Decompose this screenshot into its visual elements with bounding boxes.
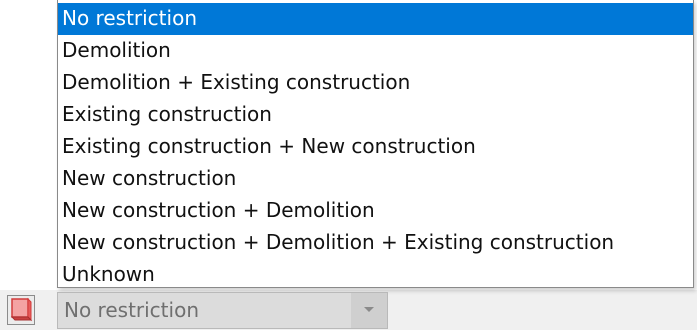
option-new-construction[interactable]: New construction [58, 163, 693, 195]
option-demolition-existing[interactable]: Demolition + Existing construction [58, 67, 693, 99]
phase-filter-combo[interactable]: No restriction [57, 292, 388, 329]
phase-filter-dropdown-list[interactable]: No restriction Demolition Demolition + E… [57, 0, 694, 288]
option-new-demolition[interactable]: New construction + Demolition [58, 195, 693, 227]
option-unknown[interactable]: Unknown [58, 259, 693, 291]
combo-value: No restriction [64, 298, 199, 322]
chevron-down-icon[interactable] [351, 293, 387, 328]
option-existing-construction[interactable]: Existing construction [58, 99, 693, 131]
option-existing-new[interactable]: Existing construction + New construction [58, 131, 693, 163]
option-new-demolition-existing[interactable]: New construction + Demolition + Existing… [58, 227, 693, 259]
phase-filter-icon[interactable] [7, 295, 35, 325]
option-demolition[interactable]: Demolition [58, 35, 693, 67]
option-no-restriction[interactable]: No restriction [58, 3, 693, 35]
phase-filter-icon-graphic [10, 297, 33, 322]
